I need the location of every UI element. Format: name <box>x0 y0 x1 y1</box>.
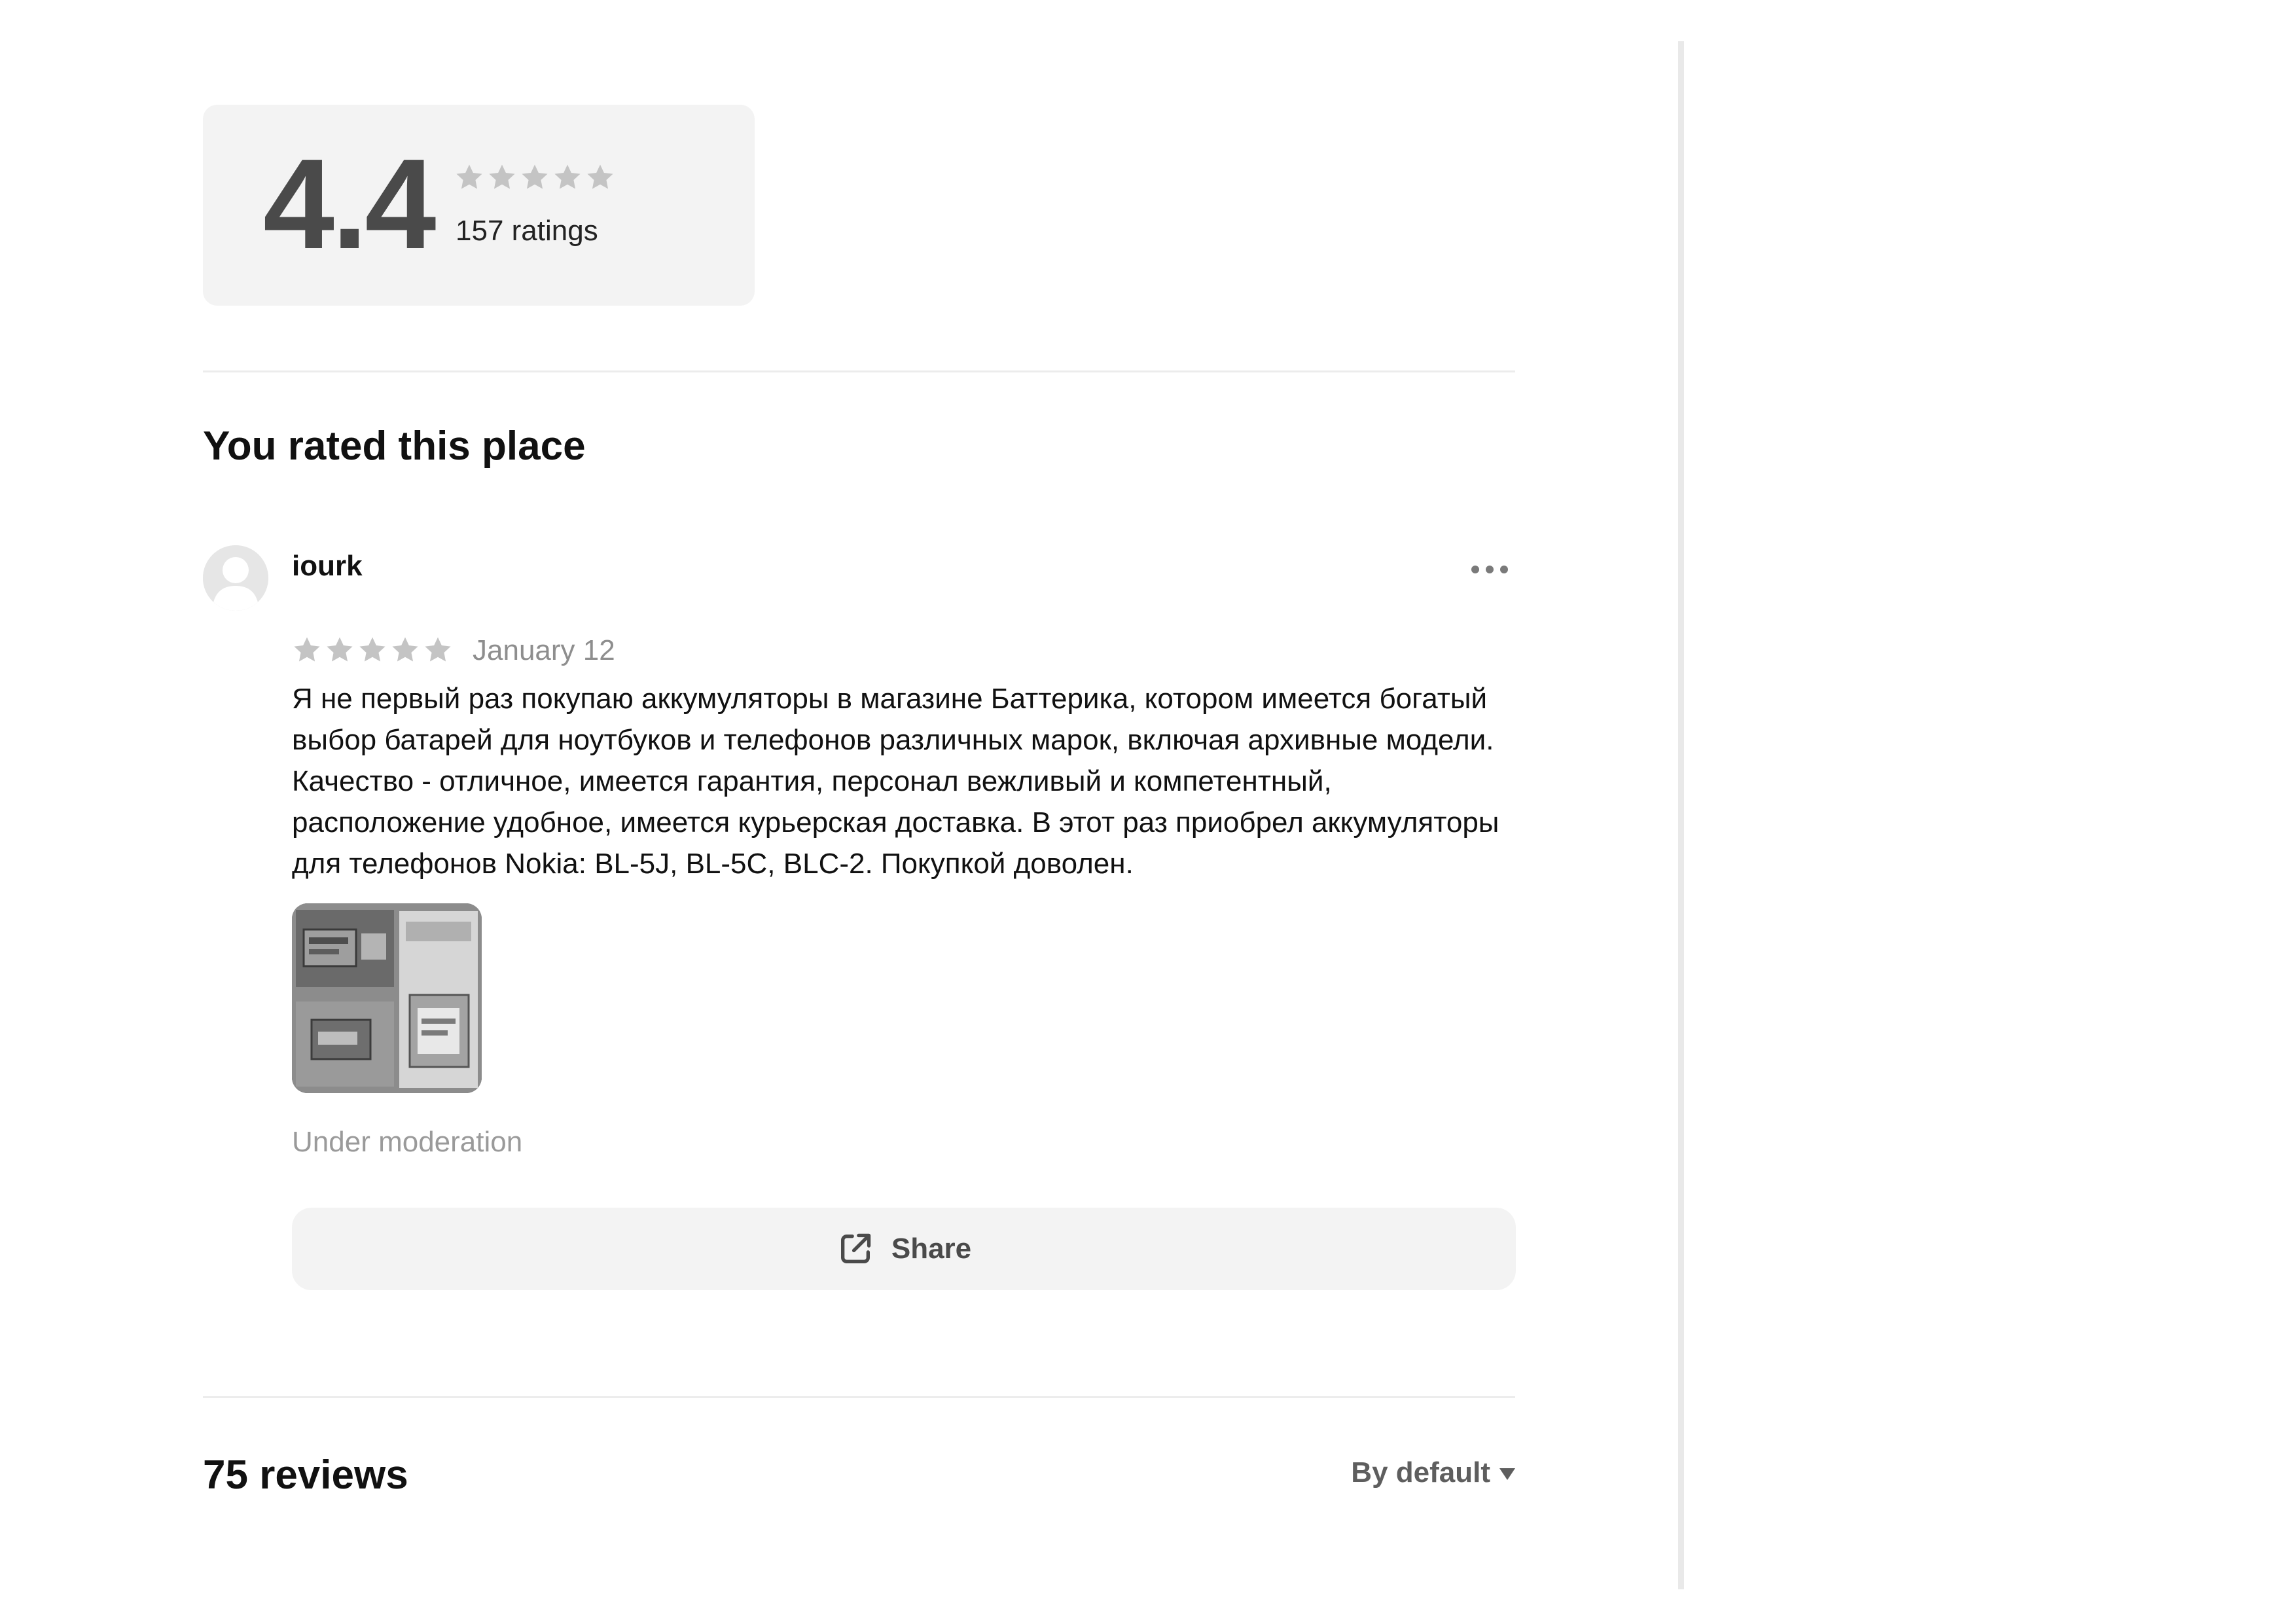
average-rating: 4.4 <box>263 132 436 276</box>
review-date: January 12 <box>473 634 615 666</box>
sort-dropdown[interactable]: By default <box>1351 1454 1515 1491</box>
share-label: Share <box>891 1233 972 1265</box>
sort-label: By default <box>1351 1456 1490 1489</box>
reviews-count-heading: 75 reviews <box>203 1453 408 1498</box>
section-divider <box>203 1396 1515 1398</box>
summary-star-rating <box>454 162 615 192</box>
review-star-rating <box>292 635 453 665</box>
user-silhouette-icon <box>203 545 268 611</box>
sidebar-divider <box>1678 41 1684 1589</box>
rating-summary-card: 4.4 157 ratings <box>203 105 755 306</box>
review-author-name[interactable]: iourk <box>292 549 363 584</box>
review-text: Я не первый раз покупаю аккумуляторы в м… <box>292 683 1499 880</box>
more-dots-icon <box>1471 566 1479 573</box>
my-review-heading: You rated this place <box>203 424 586 469</box>
battery-packages-photo <box>292 903 482 1093</box>
star-icon <box>487 162 517 192</box>
star-icon <box>585 162 615 192</box>
review-photo-thumbnail[interactable] <box>292 903 482 1093</box>
external-link-icon <box>836 1230 874 1268</box>
star-icon <box>520 162 550 192</box>
star-icon <box>454 162 484 192</box>
avatar[interactable] <box>203 545 268 611</box>
caret-down-icon <box>1499 1468 1515 1480</box>
star-icon <box>357 635 387 665</box>
share-button[interactable]: Share <box>292 1208 1516 1290</box>
star-icon <box>325 635 355 665</box>
ratings-count: 157 ratings <box>456 215 598 247</box>
reviews-page: 4.4 157 ratings You rated this place iou… <box>0 0 2296 1624</box>
section-divider <box>203 370 1515 372</box>
star-icon <box>390 635 420 665</box>
more-options-button[interactable] <box>1463 556 1516 583</box>
star-icon <box>292 635 322 665</box>
star-icon <box>423 635 453 665</box>
moderation-status: Under moderation <box>292 1126 523 1158</box>
star-icon <box>552 162 583 192</box>
